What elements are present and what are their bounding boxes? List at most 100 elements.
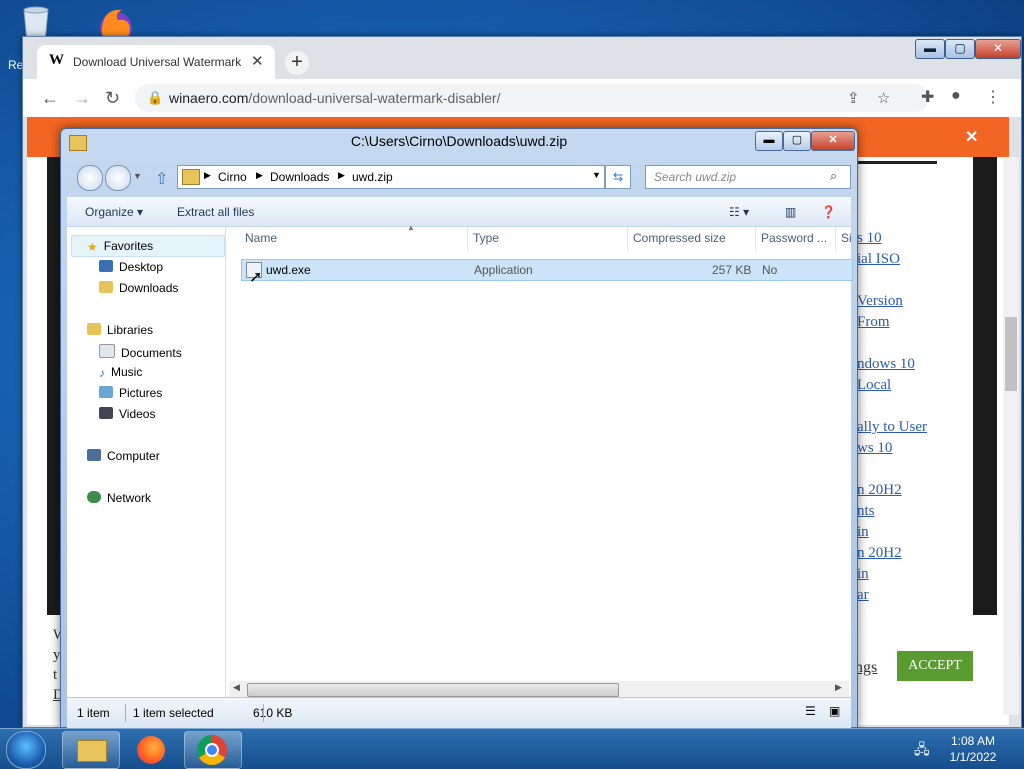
column-divider[interactable] [835,227,836,251]
sidebar-link[interactable]: n 20H2 [857,545,902,562]
sidebar-link[interactable]: n 20H2 [857,482,902,499]
nav-desktop[interactable]: Desktop [99,260,163,274]
maximize-button[interactable]: ▢ [945,39,975,59]
column-password[interactable]: Password ... [761,231,827,245]
nav-documents[interactable]: Documents [99,344,182,360]
explorer-content: ★ Favorites Desktop Downloads Libraries D… [67,223,853,728]
close-button[interactable]: ✕ [975,39,1021,59]
menu-kebab-icon[interactable]: ⋮ [985,87,1001,107]
taskbar-chrome-button[interactable] [184,731,242,769]
breadcrumb-cirno[interactable]: Cirno [218,170,247,184]
refresh-button[interactable]: ⇆ [605,165,631,189]
documents-icon [99,344,115,358]
details-view-icon[interactable]: ☰ [805,704,816,718]
help-icon[interactable]: ❓ [821,205,836,219]
explorer-maximize-button[interactable]: ▢ [783,131,811,151]
column-size[interactable]: Si [841,231,852,245]
address-dropdown-icon[interactable]: ▼ [592,170,601,180]
up-arrow-icon[interactable]: ⇧ [155,169,168,189]
sidebar-link[interactable]: in [857,566,869,583]
taskbar-firefox-button[interactable] [122,731,180,769]
view-options-icon[interactable]: ☷ ▾ [729,205,749,219]
search-input[interactable]: Search uwd.zip ⌕ [645,165,851,189]
nav-videos[interactable]: Videos [99,407,155,421]
nav-music[interactable]: ♪ Music [99,365,142,380]
sidebar-link[interactable]: nts [857,503,875,520]
taskbar-explorer-button[interactable] [62,731,120,769]
new-tab-button[interactable]: + [285,51,309,75]
column-name[interactable]: Name [245,231,277,245]
extract-all-button[interactable]: Extract all files [177,205,254,219]
forward-icon[interactable]: → [73,88,91,109]
preview-pane-icon[interactable]: ▥ [785,205,796,219]
forward-button[interactable] [105,165,131,191]
column-type[interactable]: Type [473,231,499,245]
address-breadcrumb-bar[interactable]: ▶ Cirno ▶ Downloads ▶ uwd.zip ▼ [177,165,605,189]
search-icon[interactable]: ⌕ [830,168,837,184]
url-text[interactable]: winaero.com/download-universal-watermark… [169,90,500,106]
breadcrumb-uwd-zip[interactable]: uwd.zip [352,170,393,184]
folder-icon [182,169,200,185]
tab-close-icon[interactable]: ✕ [251,52,264,70]
start-button[interactable] [6,731,46,769]
sidebar-link[interactable]: ally to User [857,419,927,436]
bookmark-star-icon[interactable]: ☆ [877,89,890,107]
page-scrollbar[interactable] [1003,157,1019,715]
column-divider[interactable] [627,227,628,251]
recent-pages-chevron-icon[interactable]: ▼ [133,171,142,181]
sidebar-link[interactable]: ndows 10 [857,356,915,373]
lock-icon[interactable]: 🔒 [147,90,163,106]
reload-icon[interactable]: ↻ [105,88,120,109]
nav-computer[interactable]: Computer [87,449,160,463]
clock[interactable]: 1:08 AM 1/1/2022 [940,733,1006,765]
column-divider[interactable] [755,227,756,251]
network-tray-icon[interactable]: 🖧 [914,739,930,763]
search-placeholder: Search uwd.zip [654,170,737,184]
sidebar-link[interactable]: Version [857,293,903,310]
extensions-icon[interactable]: ✚ [921,87,934,107]
column-divider[interactable] [467,227,468,251]
explorer-close-button[interactable]: ✕ [811,131,855,151]
sidebar-link[interactable]: in [857,524,869,541]
breadcrumb-downloads[interactable]: Downloads [270,170,329,184]
breadcrumb-separator-icon[interactable]: ▶ [256,170,263,181]
sidebar-link[interactable]: From [857,314,890,331]
tiles-view-icon[interactable]: ▣ [829,704,840,718]
scrollbar-thumb[interactable] [1005,317,1017,391]
nav-libraries[interactable]: Libraries [87,323,153,337]
horizontal-scroll-thumb[interactable] [247,683,619,697]
horizontal-scrollbar[interactable]: ◀ ▶ [229,681,849,697]
share-icon[interactable]: ⇪ [847,89,860,107]
desktop-icon [99,260,113,272]
explorer-minimize-button[interactable]: ▬ [755,131,783,151]
back-icon[interactable]: ← [41,88,59,109]
organize-menu[interactable]: Organize ▾ [85,205,143,219]
file-name: uwd.exe [266,263,311,277]
sidebar-link[interactable]: ar [857,587,869,604]
minimize-button[interactable]: ▬ [915,39,945,59]
nav-downloads[interactable]: Downloads [99,281,178,295]
accept-cookies-button[interactable]: ACCEPT [897,651,973,681]
banner-close-icon[interactable]: ✕ [965,127,978,147]
scroll-left-icon[interactable]: ◀ [233,682,240,693]
sidebar-link[interactable]: ial ISO [857,251,900,268]
back-button[interactable] [77,165,103,191]
sidebar-link[interactable]: s 10 [857,230,882,247]
videos-icon [99,407,113,419]
browser-tab[interactable]: W Download Universal Watermark Disabler … [37,45,275,79]
clock-time: 1:08 AM [950,734,996,748]
sidebar-link[interactable]: Local [857,377,891,394]
profile-avatar-icon[interactable]: ● [951,87,961,105]
nav-network[interactable]: Network [87,491,151,505]
scroll-right-icon[interactable]: ▶ [835,682,842,693]
cookie-settings-link[interactable]: ngs [855,659,877,677]
column-compressed-size[interactable]: Compressed size [633,231,726,245]
nav-favorites[interactable]: ★ Favorites [87,239,153,254]
sidebar-rule [857,161,937,164]
address-bar[interactable]: 🔒 winaero.com/download-universal-waterma… [135,84,929,112]
breadcrumb-separator-icon[interactable]: ▶ [204,170,211,181]
sidebar-link[interactable]: ws 10 [857,440,892,457]
nav-pictures[interactable]: Pictures [99,386,162,400]
file-row[interactable]: uwd.exe Application 257 KB No [241,259,853,281]
breadcrumb-separator-icon[interactable]: ▶ [338,170,345,181]
